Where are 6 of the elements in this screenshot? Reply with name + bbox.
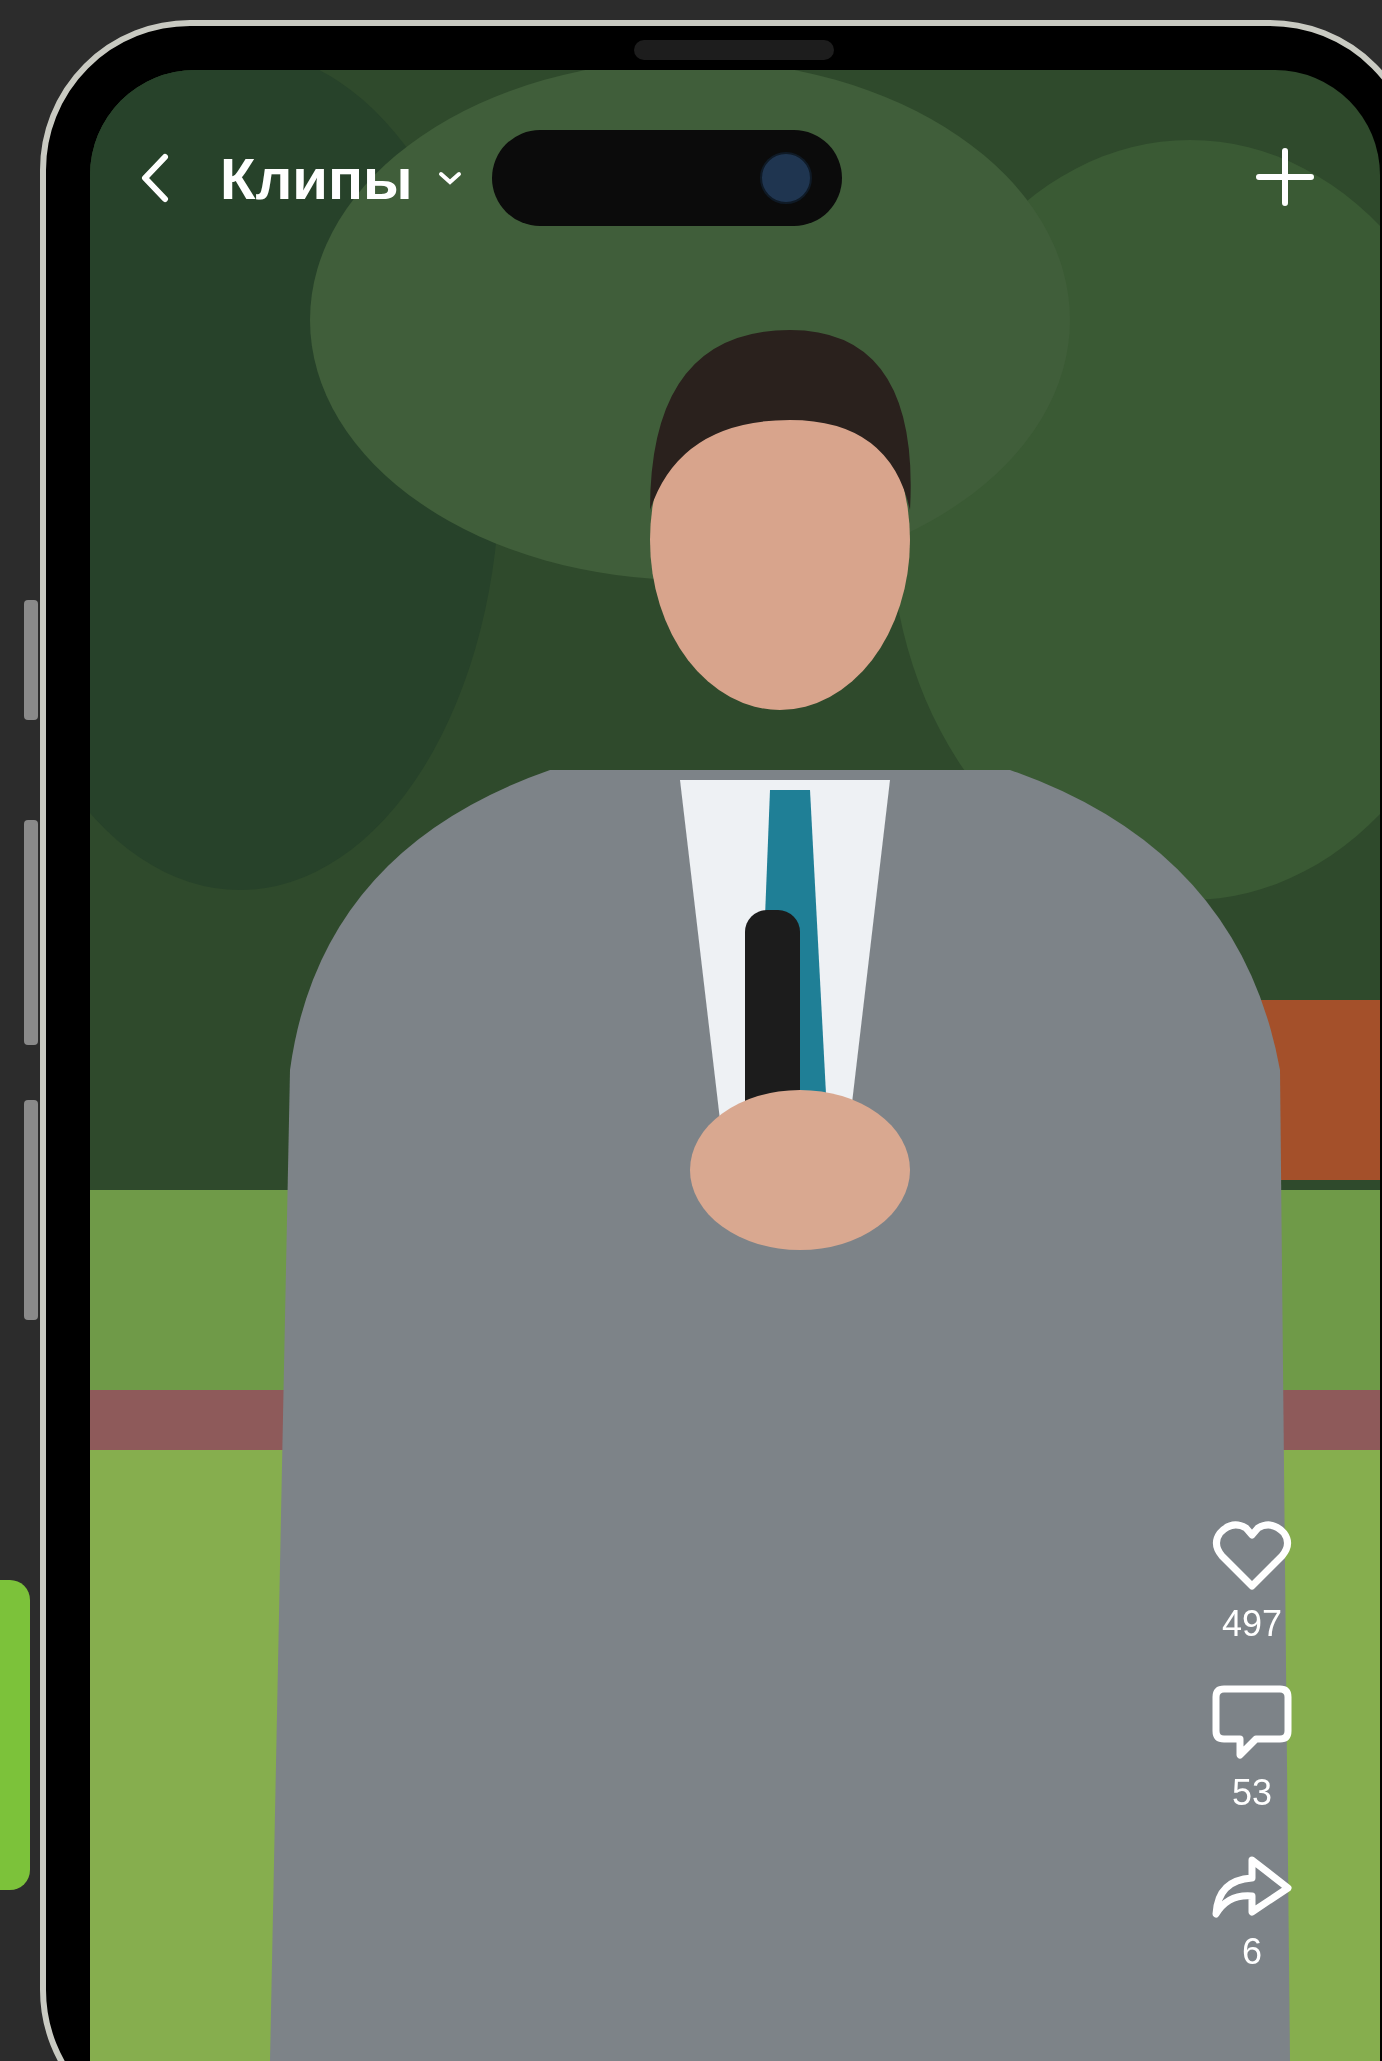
clips-dropdown[interactable]: Клипы [220, 144, 463, 212]
action-count: 497 [1221, 1603, 1283, 1645]
action-count: 53 [1231, 1772, 1272, 1814]
caret-icon [438, 171, 463, 185]
action-count: 6 [1242, 1931, 1262, 1973]
camera-icon [760, 152, 813, 204]
